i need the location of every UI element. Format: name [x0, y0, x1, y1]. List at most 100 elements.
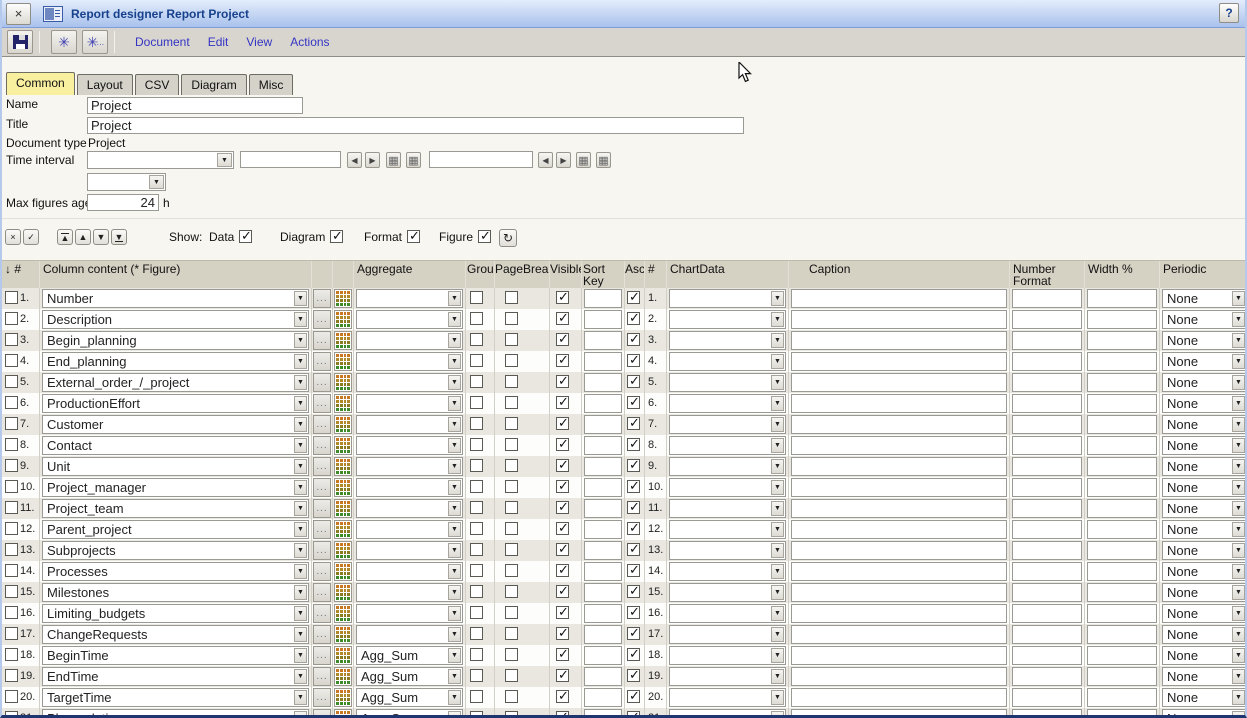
widthpct-input[interactable]	[1087, 604, 1157, 623]
color-grid-button[interactable]	[334, 415, 352, 434]
asc-checkbox[interactable]	[627, 669, 640, 682]
widthpct-input[interactable]	[1087, 310, 1157, 329]
chevron-down-icon[interactable]: ▼	[1232, 669, 1245, 684]
pagebreak-checkbox[interactable]	[505, 459, 518, 472]
group-checkbox[interactable]	[470, 480, 483, 493]
group-checkbox[interactable]	[470, 459, 483, 472]
caption-input[interactable]	[791, 331, 1007, 350]
header-widthpct[interactable]: Width %	[1085, 261, 1160, 288]
chevron-down-icon[interactable]: ▼	[448, 438, 461, 453]
group-checkbox[interactable]	[470, 585, 483, 598]
widthpct-input[interactable]	[1087, 436, 1157, 455]
caption-input[interactable]	[791, 541, 1007, 560]
color-grid-button[interactable]	[334, 562, 352, 581]
caption-input[interactable]	[791, 373, 1007, 392]
row-select-checkbox[interactable]	[5, 669, 18, 682]
chevron-down-icon[interactable]: ▼	[448, 459, 461, 474]
chevron-down-icon[interactable]: ▼	[1232, 459, 1245, 474]
color-grid-button[interactable]	[334, 499, 352, 518]
group-checkbox[interactable]	[470, 711, 483, 715]
aggregate-select[interactable]: ▼	[356, 562, 463, 581]
edit-figure-button[interactable]: ...	[313, 310, 331, 329]
tab-layout[interactable]: Layout	[77, 74, 133, 95]
row-select-checkbox[interactable]	[5, 480, 18, 493]
widthpct-input[interactable]	[1087, 289, 1157, 308]
numberformat-input[interactable]	[1012, 373, 1082, 392]
chevron-down-icon[interactable]: ▼	[294, 333, 307, 348]
chevron-down-icon[interactable]: ▼	[294, 669, 307, 684]
asc-checkbox[interactable]	[627, 501, 640, 514]
group-checkbox[interactable]	[470, 669, 483, 682]
asc-checkbox[interactable]	[627, 438, 640, 451]
chevron-down-icon[interactable]: ▼	[1232, 396, 1245, 411]
numberformat-input[interactable]	[1012, 289, 1082, 308]
aggregate-select[interactable]: ▼	[356, 625, 463, 644]
pagebreak-checkbox[interactable]	[505, 711, 518, 715]
numberformat-input[interactable]	[1012, 520, 1082, 539]
pagebreak-checkbox[interactable]	[505, 522, 518, 535]
asc-checkbox[interactable]	[627, 312, 640, 325]
group-checkbox[interactable]	[470, 690, 483, 703]
row-select-checkbox[interactable]	[5, 690, 18, 703]
asc-checkbox[interactable]	[627, 564, 640, 577]
sortkey-input[interactable]	[584, 352, 622, 371]
asc-checkbox[interactable]	[627, 627, 640, 640]
color-grid-button[interactable]	[334, 688, 352, 707]
chevron-down-icon[interactable]: ▼	[771, 690, 784, 705]
aggregate-select[interactable]: ▼	[356, 331, 463, 350]
chevron-down-icon[interactable]: ▼	[294, 312, 307, 327]
pagebreak-checkbox[interactable]	[505, 648, 518, 661]
help-button[interactable]: ?	[1219, 3, 1239, 23]
group-checkbox[interactable]	[470, 564, 483, 577]
column-content-select[interactable]: Begin_planning▼	[42, 331, 309, 350]
aggregate-select[interactable]: ▼	[356, 352, 463, 371]
visible-checkbox[interactable]	[556, 627, 569, 640]
caption-input[interactable]	[791, 625, 1007, 644]
row-select-checkbox[interactable]	[5, 375, 18, 388]
color-grid-button[interactable]	[334, 289, 352, 308]
caption-input[interactable]	[791, 310, 1007, 329]
chevron-down-icon[interactable]: ▼	[771, 669, 784, 684]
chartdata-select[interactable]: ▼	[669, 352, 786, 371]
move-top-button[interactable]: ▲	[57, 229, 73, 245]
chartdata-select[interactable]: ▼	[669, 688, 786, 707]
chartdata-select[interactable]: ▼	[669, 583, 786, 602]
periodic-select[interactable]: None▼	[1162, 583, 1247, 602]
move-down-button[interactable]: ▼	[93, 229, 109, 245]
aggregate-select[interactable]: ▼	[356, 499, 463, 518]
widthpct-input[interactable]	[1087, 541, 1157, 560]
visible-checkbox[interactable]	[556, 333, 569, 346]
row-select-checkbox[interactable]	[5, 459, 18, 472]
edit-figure-button[interactable]: ...	[313, 436, 331, 455]
row-select-checkbox[interactable]	[5, 354, 18, 367]
numberformat-input[interactable]	[1012, 310, 1082, 329]
chevron-down-icon[interactable]: ▼	[771, 417, 784, 432]
chevron-down-icon[interactable]: ▼	[448, 333, 461, 348]
widthpct-input[interactable]	[1087, 562, 1157, 581]
calendar-icon[interactable]: ▦	[406, 152, 421, 168]
column-content-select[interactable]: Unit▼	[42, 457, 309, 476]
chevron-down-icon[interactable]: ▼	[1232, 333, 1245, 348]
numberformat-input[interactable]	[1012, 415, 1082, 434]
chartdata-select[interactable]: ▼	[669, 667, 786, 686]
visible-checkbox[interactable]	[556, 606, 569, 619]
sortkey-input[interactable]	[584, 688, 622, 707]
widthpct-input[interactable]	[1087, 520, 1157, 539]
deselect-all-button[interactable]: ×	[5, 229, 21, 245]
color-grid-button[interactable]	[334, 583, 352, 602]
visible-checkbox[interactable]	[556, 648, 569, 661]
chevron-down-icon[interactable]: ▼	[294, 585, 307, 600]
caption-input[interactable]	[791, 646, 1007, 665]
header-chartdata[interactable]: ChartData	[667, 261, 789, 288]
sortkey-input[interactable]	[584, 436, 622, 455]
sortkey-input[interactable]	[584, 457, 622, 476]
move-bottom-button[interactable]: ▼	[111, 229, 127, 245]
pagebreak-checkbox[interactable]	[505, 543, 518, 556]
sortkey-input[interactable]	[584, 562, 622, 581]
column-content-select[interactable]: BeginTime▼	[42, 646, 309, 665]
edit-figure-button[interactable]: ...	[313, 373, 331, 392]
column-content-select[interactable]: Limiting_budgets▼	[42, 604, 309, 623]
tab-misc[interactable]: Misc	[249, 74, 294, 95]
asc-checkbox[interactable]	[627, 333, 640, 346]
periodic-select[interactable]: None▼	[1162, 436, 1247, 455]
